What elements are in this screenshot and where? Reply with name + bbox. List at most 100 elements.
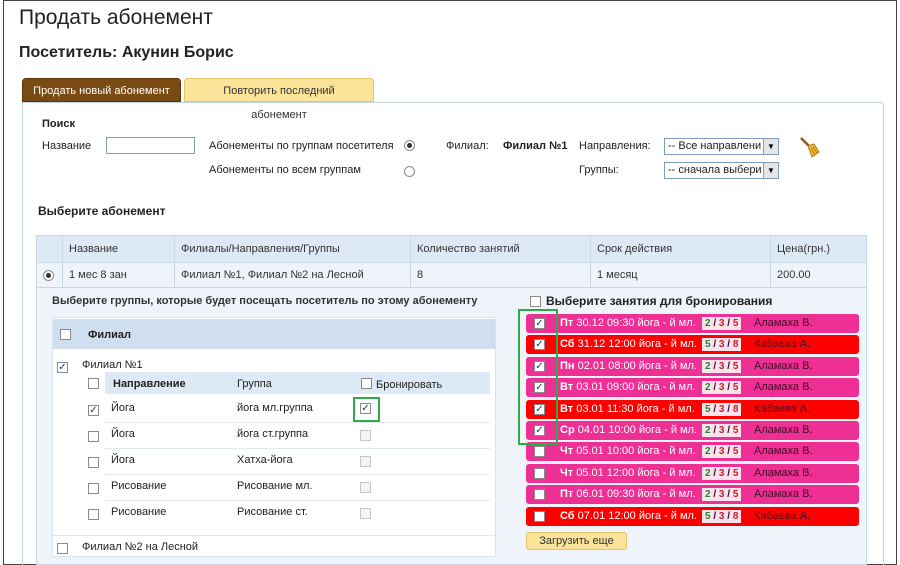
directions-select-value: -- Все направлени [668,140,762,152]
book-select-all-checkbox[interactable] [361,378,372,389]
group-checkbox[interactable] [88,431,99,442]
session-item[interactable]: Вт 03.01 11:30 йога - й мл. 5 / 3 / 8 Каба… [526,400,859,419]
session-checkbox[interactable] [534,511,545,522]
branch2-checkbox[interactable] [57,543,68,554]
directions-select[interactable]: -- Все направлени ▼ [664,138,779,155]
session-total: 5 [732,318,739,329]
table-header: Название Филиалы/Направления/Группы Коли… [37,236,866,263]
session-day: Пн [560,360,575,372]
session-item[interactable]: Чт 05.01 12:00 йога - й мл. 2 / 3 / 5 Алам… [526,464,859,483]
session-day: Сб [560,338,575,350]
session-free: 3 [718,489,725,500]
session-capacity: 5 / 3 / 8 [702,338,742,351]
by-groups-radio[interactable] [404,140,415,151]
branch2-label: Филиал №2 на Лесной [82,541,199,553]
group-book-checkbox[interactable] [360,482,371,493]
tab-repeat-last[interactable]: Повторить последний абонемент [184,78,374,121]
session-text: Пт 06.01 09:30 йога - й мл. [560,485,696,504]
session-free: 3 [718,318,725,329]
col-price: Цена(грн.) [777,243,831,255]
group-direction: Рисование [111,506,167,518]
groups-select-value: -- сначала выбери [668,164,762,176]
session-free: 3 [718,446,725,457]
group-checkbox[interactable] [88,457,99,468]
session-item[interactable]: Ср 04.01 10:00 йога - й мл. 2 / 3 / 5 Алам… [526,421,859,440]
session-teacher: Аламаха В. [754,360,813,372]
page-title: Продать абонемент [19,6,213,29]
session-day: Вт [560,403,574,415]
sessions-title: Выберите занятия для бронирования [546,294,773,308]
session-text: Вт 03.01 09:00 йога - й мл. [560,378,696,397]
session-total: 5 [732,468,739,479]
session-checkbox[interactable] [534,489,545,500]
session-teacher: Кабаева А. [754,510,811,522]
session-day: Чт [560,467,574,479]
session-capacity: 2 / 3 / 5 [702,445,742,458]
subscription-radio[interactable] [43,270,54,281]
session-item[interactable]: Сб 31.12 12:00 йога - й мл. 5 / 3 / 8 Каба… [526,335,859,354]
session-booked: 2 [705,468,711,479]
group-book-checkbox[interactable] [360,456,371,467]
session-teacher: Кабаева А. [754,403,811,415]
group-book-checkbox[interactable] [360,508,371,519]
by-groups-label: Абонементы по группам посетителя [209,140,394,152]
session-free: 3 [718,404,725,415]
col-term: Срок действия [591,236,771,263]
group-checkbox[interactable] [88,483,99,494]
session-teacher: Аламаха В. [754,381,813,393]
session-item[interactable]: Пн 02.01 08:00 йога - й мл. 2 / 3 / 5 Алам… [526,357,859,376]
broom-icon[interactable] [798,136,820,158]
session-total: 8 [732,404,739,415]
groups-select[interactable]: -- сначала выбери ▼ [664,162,779,179]
session-total: 5 [732,489,739,500]
name-input[interactable] [106,137,195,154]
session-time: 30.12 09:30 йога - й мл. [576,317,696,329]
groups-label: Группы: [579,164,619,176]
session-checkbox[interactable] [534,446,545,457]
session-item[interactable]: Пт 06.01 09:30 йога - й мл. 2 / 3 / 5 Алам… [526,485,859,504]
visitor-label: Посетитель: Акунин Борис [19,44,234,61]
session-booked: 2 [705,425,711,436]
subscription-section-title: Выберите абонемент [38,204,166,218]
groups-prompt: Выберите группы, которые будет посещать … [52,295,478,307]
cell-name: 1 мес 8 зан [63,263,175,288]
session-item[interactable]: Сб 07.01 12:00 йога - й мл. 5 / 3 / 8 Каба… [526,507,859,526]
session-booked: 5 [705,339,711,350]
session-day: Пт [560,317,574,329]
session-free: 3 [718,468,725,479]
inner-header-group: Группа [237,378,272,390]
tab-sell-new[interactable]: Продать новый абонемент [22,78,181,102]
branch1-checkbox[interactable] [57,362,68,373]
session-time: 06.01 09:30 йога - й мл. [576,488,696,500]
highlight-frame [518,309,558,445]
session-item[interactable]: Пт 30.12 09:30 йога - й мл. 2 / 3 / 5 Алам… [526,314,859,333]
group-checkbox[interactable] [88,405,99,416]
session-booked: 2 [705,489,711,500]
session-total: 5 [732,425,739,436]
table-row[interactable]: 1 мес 8 зан Филиал №1, Филиал №2 на Лесн… [37,263,866,288]
branch-header: Филиал [88,329,132,341]
branch-select-all-checkbox[interactable] [60,329,71,340]
session-item[interactable]: Чт 05.01 10:00 йога - й мл. 2 / 3 / 5 Алам… [526,442,859,461]
all-groups-radio[interactable] [404,166,415,177]
group-checkbox[interactable] [88,509,99,520]
sessions-select-all-checkbox[interactable] [530,296,541,307]
session-booked: 2 [705,446,711,457]
branch-value: Филиал №1 [503,140,568,152]
session-capacity: 2 / 3 / 5 [702,360,742,373]
session-checkbox[interactable] [534,468,545,479]
session-text: Сб 31.12 12:00 йога - й мл. [560,335,697,354]
session-teacher: Аламаха В. [754,424,813,436]
session-total: 5 [732,446,739,457]
session-text: Пт 30.12 09:30 йога - й мл. [560,314,696,333]
chevron-down-icon: ▼ [763,139,778,154]
session-text: Чт 05.01 12:00 йога - й мл. [560,464,696,483]
session-item[interactable]: Вт 03.01 09:00 йога - й мл. 2 / 3 / 5 Алам… [526,378,859,397]
direction-select-all-checkbox[interactable] [88,378,99,389]
load-more-button[interactable]: Загрузить еще [526,532,627,550]
session-day: Вт [560,381,574,393]
group-name: йога мл.группа [237,402,313,414]
group-book-checkbox[interactable] [360,430,371,441]
session-booked: 2 [705,361,711,372]
group-direction: Рисование [111,480,167,492]
